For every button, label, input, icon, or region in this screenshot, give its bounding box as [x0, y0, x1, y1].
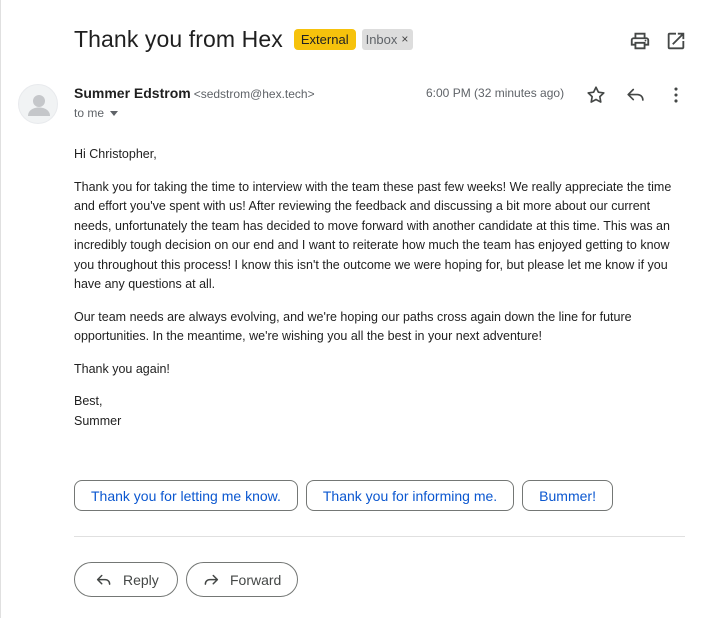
sender-avatar[interactable]: [18, 84, 58, 124]
body-paragraph-2: Our team needs are always evolving, and …: [74, 309, 632, 344]
email-timestamp: 6:00 PM (32 minutes ago): [426, 86, 565, 100]
reply-icon: [96, 574, 111, 585]
more-options-icon[interactable]: [665, 84, 687, 106]
star-icon[interactable]: [585, 84, 607, 106]
sender-line: Summer Edstrom <sedstrom@hex.tech>: [74, 85, 315, 101]
forward-button[interactable]: Forward: [186, 562, 298, 597]
smart-replies: Thank you for letting me know. Thank you…: [74, 480, 621, 511]
person-icon: [28, 95, 50, 116]
greeting: Hi Christopher,: [74, 147, 157, 161]
sender-name[interactable]: Summer Edstrom: [74, 85, 191, 101]
forward-icon: [204, 574, 219, 585]
divider: [74, 536, 685, 537]
forward-label: Forward: [230, 571, 282, 588]
body-paragraph-3: Thank you again!: [74, 361, 170, 376]
email-body: Hi Christopher, Thank you for taking the…: [74, 145, 684, 444]
remove-label-icon[interactable]: ×: [401, 32, 408, 47]
reply-button[interactable]: Reply: [74, 562, 178, 597]
recipient-details-toggle[interactable]: to me: [74, 106, 119, 120]
reply-label: Reply: [123, 571, 159, 588]
signature: Summer: [74, 413, 122, 428]
sender-email: <sedstrom@hex.tech>: [193, 87, 315, 101]
print-icon[interactable]: [629, 30, 651, 52]
smart-reply-button[interactable]: Bummer!: [522, 480, 613, 511]
external-label: External: [293, 29, 356, 50]
smart-reply-button[interactable]: Thank you for informing me.: [305, 480, 515, 511]
signoff: Best,: [74, 394, 103, 408]
open-in-new-window-icon[interactable]: [665, 30, 687, 52]
window-edge: [0, 0, 1, 618]
recipient-label: to me: [74, 106, 105, 120]
smart-reply-button[interactable]: Thank you for letting me know.: [74, 480, 298, 511]
email-subject: Thank you from Hex: [74, 26, 283, 52]
chevron-down-icon: [110, 110, 119, 116]
body-paragraph-1: Thank you for taking the time to intervi…: [74, 179, 672, 292]
reply-icon[interactable]: [625, 84, 647, 106]
inbox-label-text: Inbox: [365, 32, 398, 47]
subject-row: Thank you from Hex External Inbox ×: [74, 26, 414, 53]
inbox-label[interactable]: Inbox ×: [361, 29, 414, 50]
